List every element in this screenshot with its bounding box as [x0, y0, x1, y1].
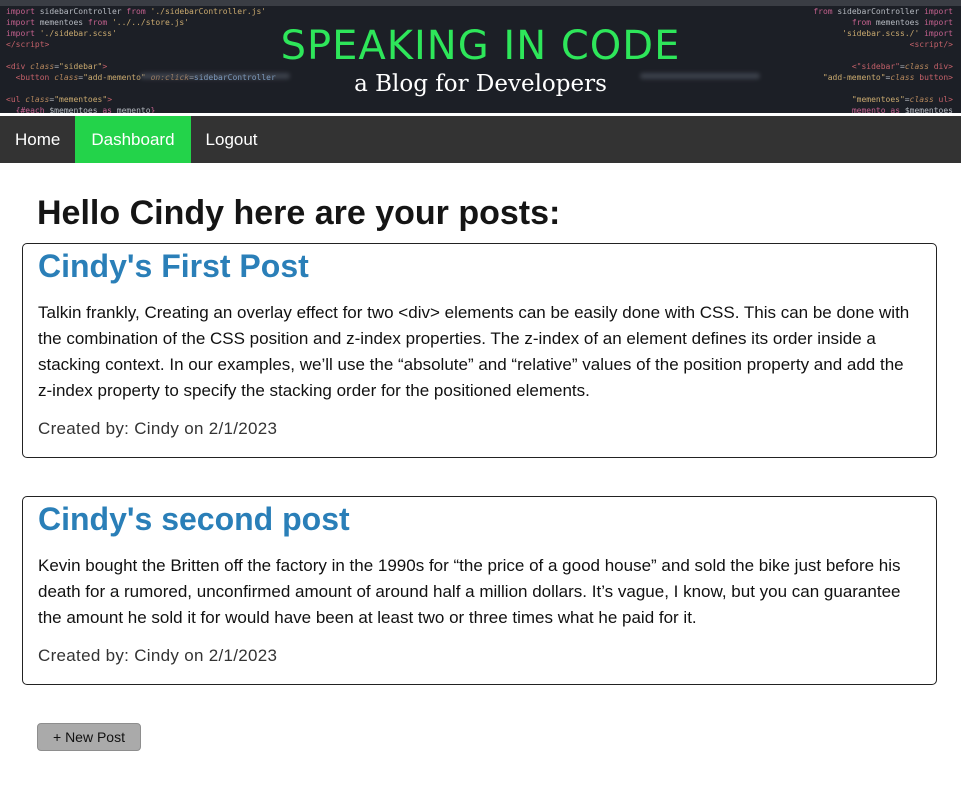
post-meta: Created by: Cindy on 2/1/2023	[38, 646, 278, 665]
post-title-link[interactable]: Cindy's second post	[38, 501, 922, 537]
new-post-button[interactable]: + New Post	[37, 723, 141, 751]
main-nav: Home Dashboard Logout	[0, 116, 961, 163]
site-banner: import sidebarController from './sidebar…	[0, 0, 961, 116]
post-meta: Created by: Cindy on 2/1/2023	[38, 419, 278, 438]
site-subtitle: a Blog for Developers	[354, 71, 607, 97]
nav-logout-link[interactable]: Logout	[191, 116, 273, 163]
site-title: SPEAKING IN CODE	[280, 23, 681, 69]
dashboard-content: Hello Cindy here are your posts: Cindy's…	[0, 193, 961, 751]
post-card: Cindy's First Post Talkin frankly, Creat…	[22, 243, 937, 458]
post-card: Cindy's second post Kevin bought the Bri…	[22, 496, 937, 685]
post-title-link[interactable]: Cindy's First Post	[38, 248, 922, 284]
nav-home-link[interactable]: Home	[0, 116, 75, 163]
nav-dashboard-link[interactable]: Dashboard	[75, 116, 191, 163]
post-body: Talkin frankly, Creating an overlay effe…	[38, 303, 910, 400]
page-title: Hello Cindy here are your posts:	[37, 194, 561, 232]
post-body: Kevin bought the Britten off the factory…	[38, 556, 901, 627]
